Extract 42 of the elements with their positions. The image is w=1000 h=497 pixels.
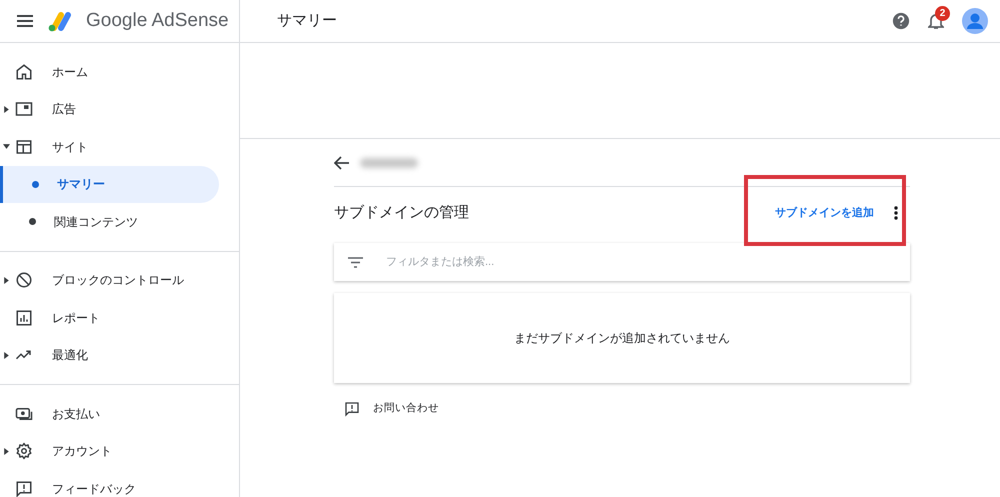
settings-icon (15, 442, 33, 460)
sidebar-item[interactable]: レポート (0, 299, 239, 336)
sidebar-subitem[interactable]: サマリー (0, 166, 219, 203)
ad-frame-icon (15, 100, 33, 118)
caret-right-icon[interactable] (3, 276, 10, 284)
help-icon[interactable] (892, 12, 910, 30)
more-options-icon[interactable] (894, 206, 898, 220)
sidebar-item[interactable]: ホーム (0, 53, 239, 90)
feedback-icon (344, 401, 360, 417)
logo-icon (47, 10, 73, 32)
layout-icon (15, 138, 33, 156)
sidebar-item[interactable]: お支払い (0, 395, 239, 432)
caret-down-icon[interactable] (3, 143, 10, 150)
brand-name: Google AdSense (86, 8, 229, 33)
blurred-site-name (360, 158, 418, 168)
section-heading: サブドメインの管理 (334, 202, 469, 223)
filter-icon[interactable] (348, 256, 363, 268)
feedback-icon (15, 480, 33, 497)
notification-count: 2 (935, 6, 950, 21)
bar-chart-icon (15, 308, 33, 327)
sidebar-item[interactable]: 最適化 (0, 336, 239, 374)
contact-link[interactable]: お問い合わせ (344, 401, 910, 417)
page-title: サマリー (277, 10, 337, 31)
bullet-icon (29, 218, 36, 226)
search-field[interactable]: フィルタまたは検索... (386, 254, 910, 270)
home-icon (15, 62, 33, 81)
bullet-icon (32, 180, 39, 188)
block-icon (15, 271, 33, 290)
sidebar-item[interactable]: ブロックのコントロール (0, 262, 239, 299)
sidebar-item[interactable]: フィードバック (0, 470, 239, 497)
sidebar-item[interactable]: サイト (0, 128, 239, 166)
caret-right-icon[interactable] (3, 448, 10, 454)
menu-icon[interactable] (16, 14, 34, 28)
add-subdomain-button[interactable]: サブドメインを追加 (769, 198, 880, 228)
avatar-icon[interactable] (962, 8, 988, 34)
caret-right-icon[interactable] (3, 352, 10, 358)
sidebar-subitem[interactable]: 関連コンテンツ (0, 203, 219, 240)
sidebar-item[interactable]: アカウント (0, 432, 239, 470)
back-arrow-icon[interactable] (334, 156, 350, 170)
empty-message: まだサブドメインが追加されていません (514, 330, 730, 347)
sidebar-item[interactable]: 広告 (0, 90, 239, 128)
caret-right-icon[interactable] (3, 106, 10, 112)
